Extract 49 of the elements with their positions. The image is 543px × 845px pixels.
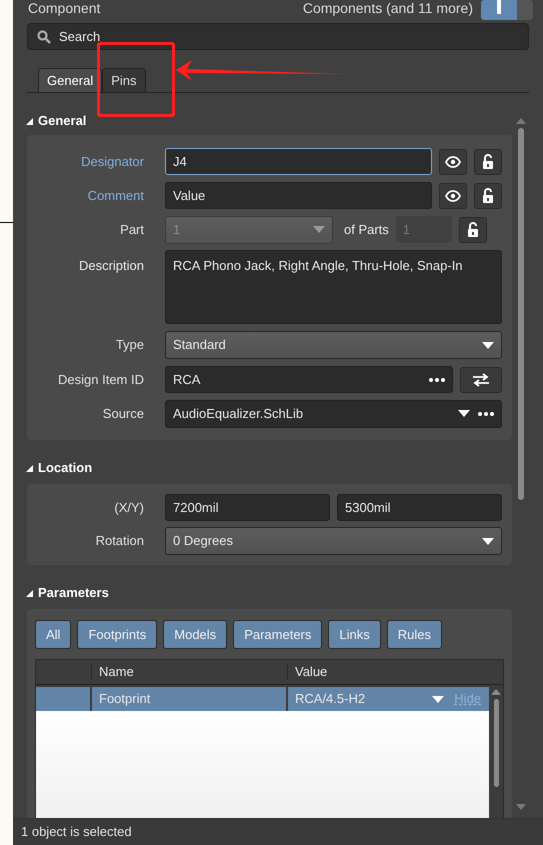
search-field[interactable]: Search <box>27 23 529 50</box>
text-field[interactable]: J4 <box>165 148 432 175</box>
eye-icon[interactable] <box>439 148 467 174</box>
text-field[interactable]: RCA <box>165 366 453 393</box>
more-icon[interactable] <box>429 378 445 382</box>
field-label: Designator <box>80 152 145 171</box>
field-label: (X/Y) <box>113 498 145 517</box>
tab[interactable]: Pins <box>102 68 146 92</box>
field-label: Description <box>78 257 145 275</box>
text-field[interactable]: 5300mil <box>337 494 502 521</box>
status-text: 1 object is selected <box>21 823 132 842</box>
caret-icon[interactable] <box>482 342 494 348</box>
column-header[interactable]: Value <box>288 662 503 682</box>
field-label: Design Item ID <box>57 370 145 389</box>
panel-title: Component <box>28 0 100 16</box>
collapse-triangle-icon[interactable] <box>26 590 33 596</box>
section-title[interactable]: Parameters <box>38 583 109 603</box>
column-header[interactable]: Name <box>92 664 288 680</box>
section-title[interactable]: Location <box>38 458 92 478</box>
field-label: Comment <box>86 186 145 205</box>
dropdown[interactable]: AudioEqualizer.SchLib <box>165 400 502 428</box>
collapse-triangle-icon[interactable] <box>26 464 33 472</box>
dropdown[interactable]: 0 Degrees <box>165 527 502 555</box>
more-icon[interactable] <box>478 412 494 416</box>
caret-icon[interactable] <box>458 410 470 417</box>
field-label: Type <box>114 336 145 354</box>
table-cell-text: RCA/4.5-H2 <box>295 690 366 708</box>
search-icon <box>37 30 51 44</box>
text-area[interactable]: RCA Phono Jack, Right Angle, Thru-Hole, Snap-In <box>165 250 502 324</box>
swap-icon[interactable] <box>460 366 502 392</box>
selection-summary: Components (and 11 more) <box>302 0 473 16</box>
lock-icon[interactable] <box>458 216 487 242</box>
field-label: of Parts <box>344 220 389 239</box>
filter-button[interactable] <box>481 0 517 20</box>
caret-icon[interactable] <box>482 538 494 544</box>
scroll-up-icon[interactable] <box>491 689 501 695</box>
lock-icon[interactable] <box>474 182 502 208</box>
field-label: Source <box>102 404 145 423</box>
field-label: Part <box>119 220 145 239</box>
collapse-triangle-icon[interactable] <box>26 118 33 124</box>
lock-icon[interactable] <box>474 148 502 174</box>
table-scrollbar[interactable] <box>489 687 503 787</box>
dropdown[interactable]: Standard <box>165 331 502 359</box>
text-field[interactable]: Value <box>165 182 432 209</box>
section-title[interactable]: General <box>38 111 86 131</box>
text-field[interactable]: 7200mil <box>165 494 330 521</box>
tab[interactable]: General <box>38 68 102 92</box>
eye-icon[interactable] <box>439 182 467 208</box>
field-label: Rotation <box>94 532 145 550</box>
